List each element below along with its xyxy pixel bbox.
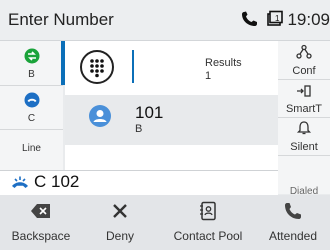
conf-label: Conf xyxy=(292,65,316,77)
results-count: 1 xyxy=(205,70,212,82)
avatar xyxy=(89,105,111,127)
screen-icon: 1 xyxy=(266,10,283,26)
page-title: Enter Number xyxy=(8,10,114,29)
active-call-label: C 102 xyxy=(34,172,80,191)
smart-transfer-softkey[interactable]: SmartT xyxy=(278,79,330,118)
phone-handset-icon xyxy=(285,203,301,219)
contact-number: 101 xyxy=(135,103,164,122)
input-cursor xyxy=(132,50,134,83)
contact-result-row[interactable]: 101 B xyxy=(65,95,278,145)
active-call-bar[interactable]: C 102 xyxy=(0,170,278,196)
clock: 19:09 xyxy=(287,10,330,29)
status-area: 1 19:09 xyxy=(240,10,330,30)
right-softkeys-column: Conf SmartT Silent Dialed xyxy=(278,41,330,194)
backspace-icon xyxy=(31,204,50,218)
line-key-line[interactable]: Line xyxy=(0,129,63,170)
svg-text:1: 1 xyxy=(275,14,280,23)
results-label: Results xyxy=(205,57,242,69)
silent-softkey[interactable]: Silent xyxy=(278,117,330,156)
keypad-button[interactable] xyxy=(80,50,114,84)
transfer-icon xyxy=(297,85,311,97)
smart-transfer-label: SmartT xyxy=(285,103,323,115)
line-green-icon xyxy=(24,48,39,64)
line-key-b[interactable]: B xyxy=(0,41,63,86)
contact-book-icon xyxy=(200,201,216,221)
person-icon xyxy=(93,110,107,122)
backspace-softkey[interactable]: Backspace xyxy=(0,195,82,250)
line-key-label: Line xyxy=(22,143,41,154)
backspace-label: Backspace xyxy=(11,229,71,243)
phone-icon xyxy=(241,11,257,26)
bell-icon xyxy=(296,121,312,135)
search-panel: Results 1 101 B xyxy=(65,41,278,170)
contact-line: B xyxy=(135,123,143,135)
contact-pool-softkey[interactable]: Contact Pool xyxy=(165,195,251,250)
attended-label: Attended xyxy=(268,229,318,243)
conf-softkey[interactable]: Conf xyxy=(278,41,330,80)
line-key-c[interactable]: C xyxy=(0,85,63,130)
line-blue-icon xyxy=(24,92,39,108)
deny-softkey[interactable]: Deny xyxy=(82,195,158,250)
title-bar: Enter Number 1 19:09 xyxy=(0,0,330,41)
dialed-softkey[interactable]: Dialed xyxy=(278,155,330,194)
deny-label: Deny xyxy=(105,229,134,243)
ringing-call-icon xyxy=(12,176,28,188)
attended-transfer-softkey[interactable]: Attended xyxy=(256,195,330,250)
line-keys-column: B C Line xyxy=(0,41,63,170)
dialed-label: Dialed xyxy=(289,186,319,194)
bottom-softkey-bar: Backspace Deny Contact Pool Attended xyxy=(0,195,330,250)
close-icon xyxy=(113,204,127,218)
conference-icon xyxy=(296,44,312,59)
line-key-label: B xyxy=(28,69,35,80)
keypad-icon xyxy=(90,59,104,78)
line-key-label: C xyxy=(27,113,36,124)
silent-label: Silent xyxy=(290,141,318,153)
contact-pool-label: Contact Pool xyxy=(173,229,243,243)
